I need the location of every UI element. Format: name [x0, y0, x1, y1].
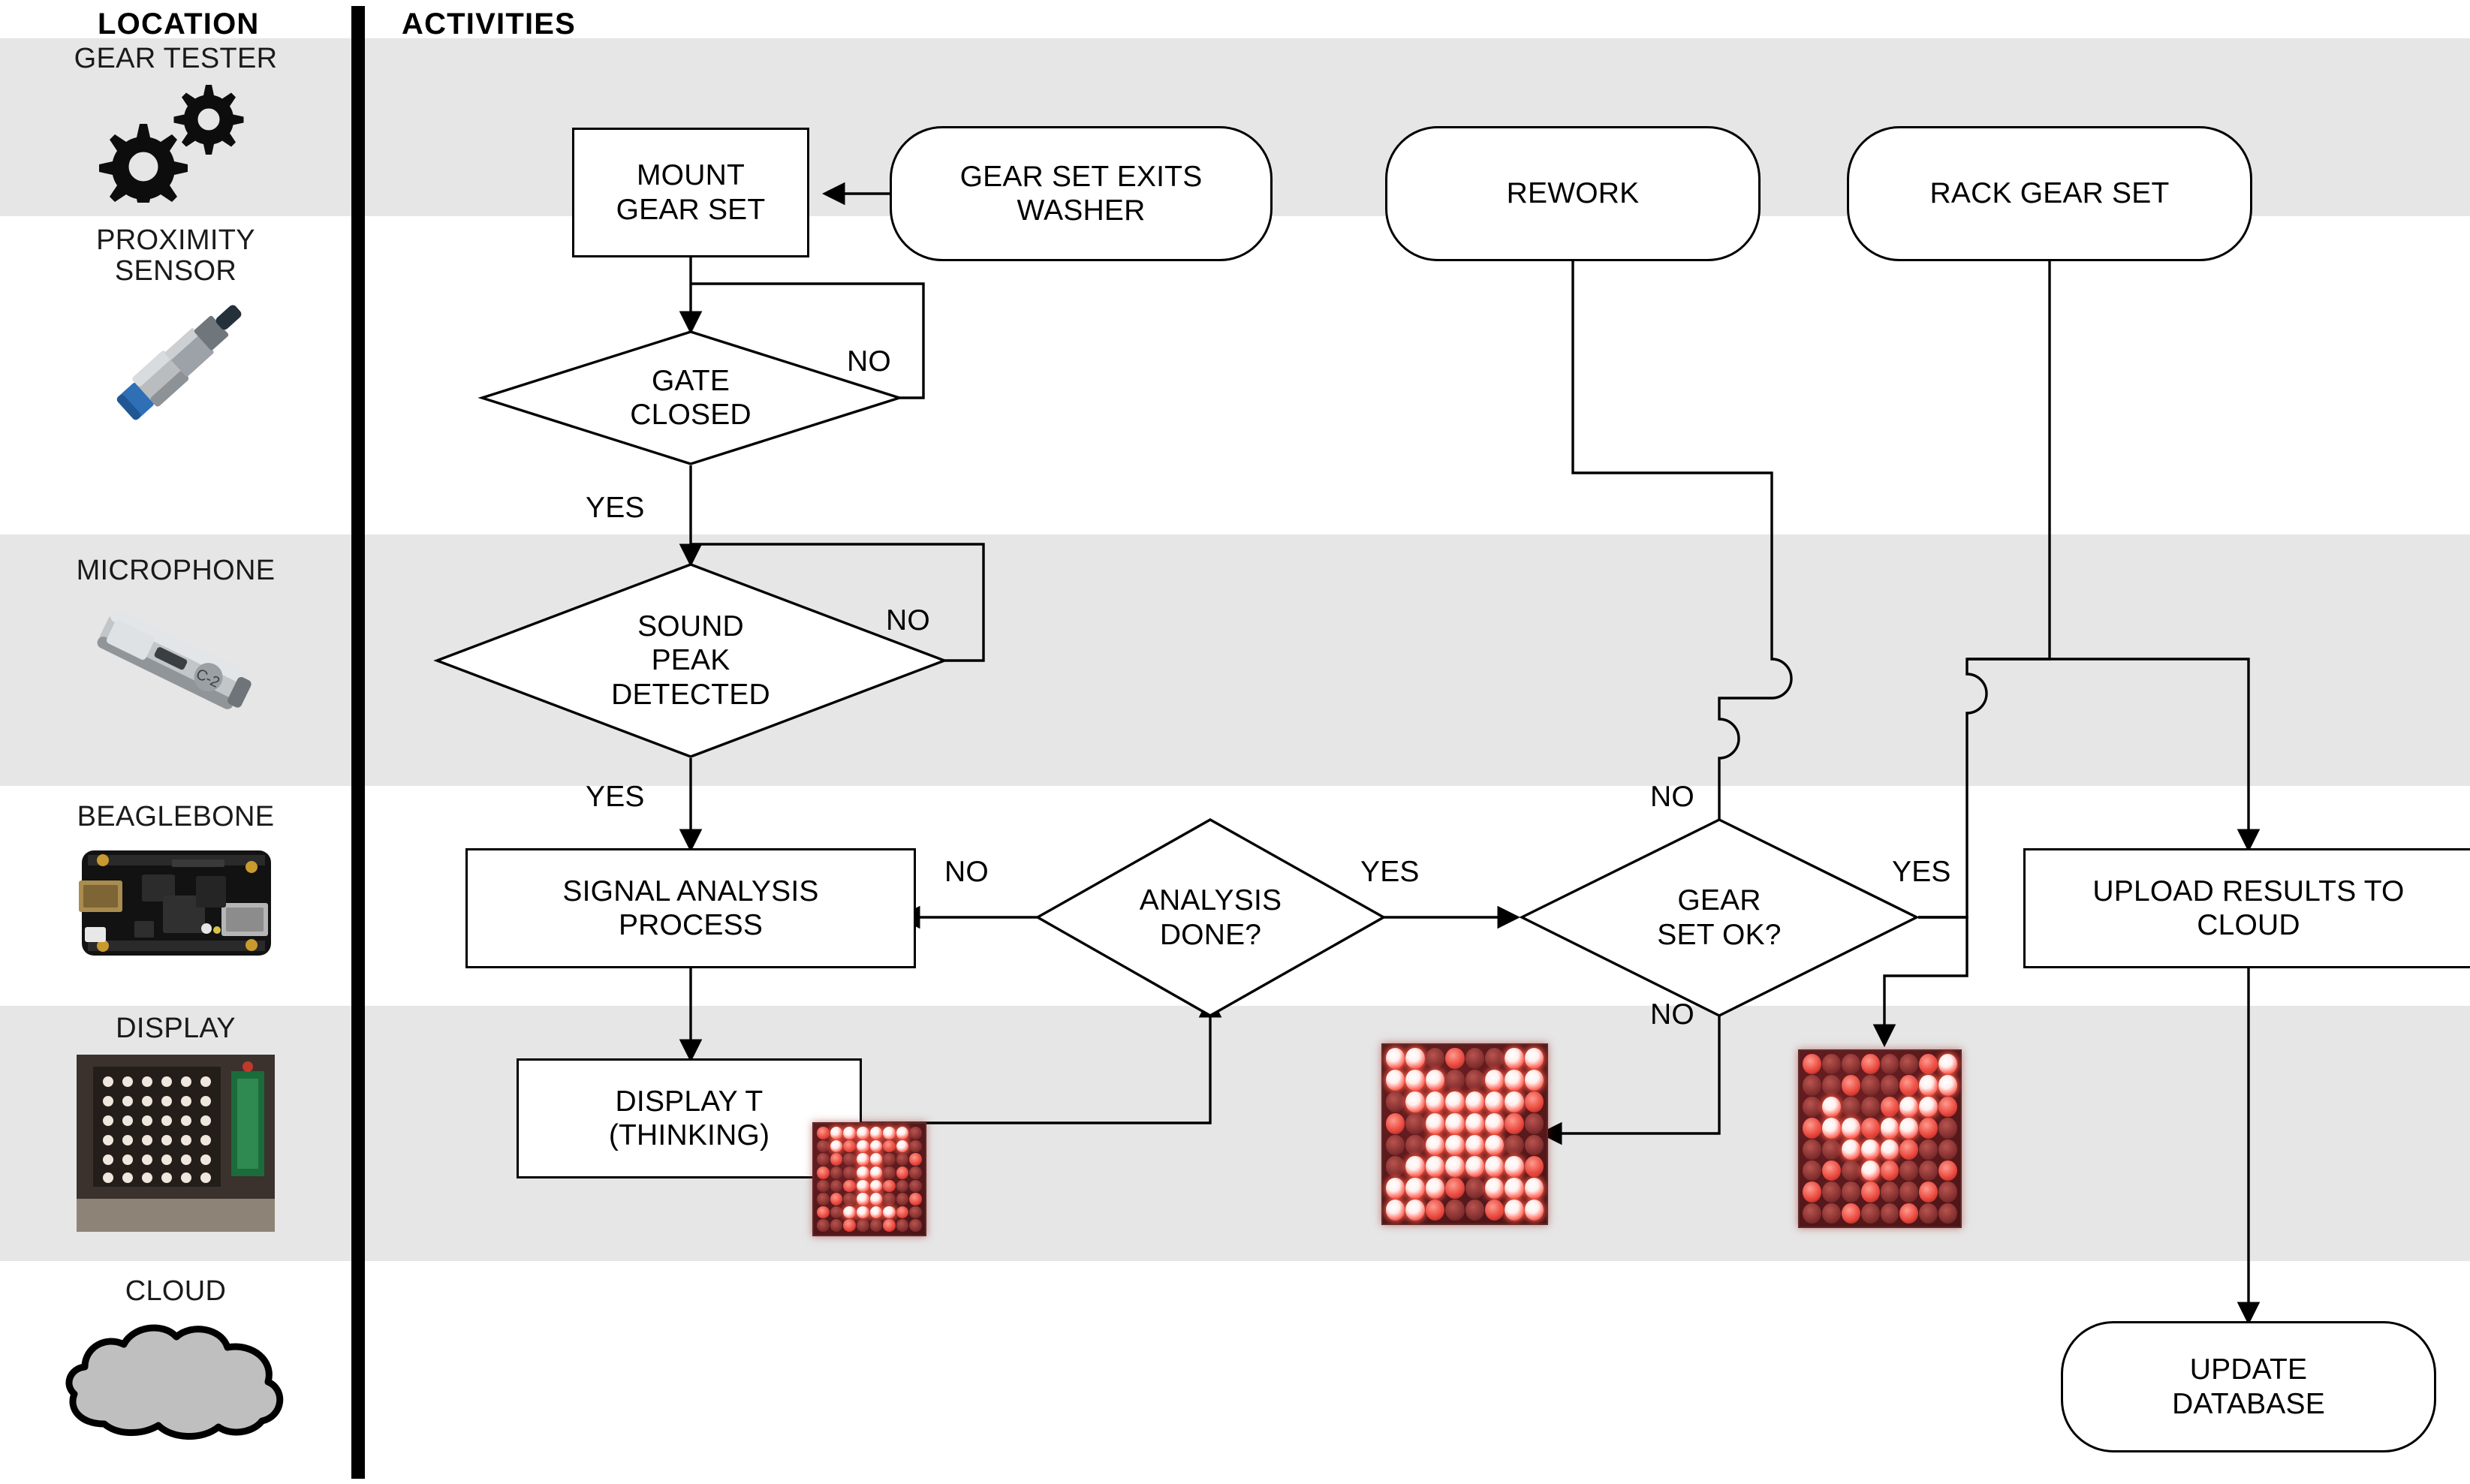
- edge-label-sound-yes: YES: [586, 781, 645, 813]
- node-sound-peak-detected[interactable]: SOUND PEAK DETECTED: [433, 563, 948, 758]
- node-gate-closed[interactable]: GATE CLOSED: [477, 330, 904, 465]
- flowchart-canvas: LOCATION ACTIVITIES GEAR TESTER PROXIMIT…: [0, 0, 2470, 1484]
- node-signal-analysis-process[interactable]: SIGNAL ANALYSIS PROCESS: [465, 848, 916, 968]
- node-gear-set-ok[interactable]: GEAR SET OK?: [1519, 818, 1920, 1017]
- node-update-database[interactable]: UPDATE DATABASE: [2061, 1321, 2436, 1452]
- node-upload-results-to-cloud[interactable]: UPLOAD RESULTS TO CLOUD: [2023, 848, 2470, 968]
- node-analysis-done-label: ANALYSIS DONE?: [1139, 884, 1282, 951]
- edge-label-gate-no: NO: [847, 345, 891, 378]
- edge-label-gear-yes: YES: [1892, 856, 1951, 888]
- edge-label-analysis-no: NO: [944, 856, 989, 888]
- display-check-pass: [1798, 1049, 1962, 1228]
- node-rack-gear-set[interactable]: RACK GEAR SET: [1847, 126, 2252, 261]
- node-sound-peak-label: SOUND PEAK DETECTED: [611, 610, 770, 711]
- display-t-thinking: [812, 1122, 926, 1236]
- edge-label-analysis-yes: YES: [1360, 856, 1420, 888]
- node-gear-set-exits-washer[interactable]: GEAR SET EXITS WASHER: [890, 126, 1273, 261]
- display-x-fail: [1381, 1043, 1548, 1225]
- edge-label-gear-no-bottom: NO: [1650, 998, 1694, 1031]
- edge-gear-yes-to-rack: [1918, 191, 2062, 919]
- node-gate-closed-label: GATE CLOSED: [630, 364, 752, 431]
- edge-gear-no-to-rework: [1561, 191, 1793, 829]
- node-display-t-thinking[interactable]: DISPLAY T (THINKING): [517, 1058, 862, 1178]
- node-mount-gear-set[interactable]: MOUNT GEAR SET: [572, 128, 809, 257]
- edge-label-sound-no: NO: [886, 604, 930, 637]
- node-rework[interactable]: REWORK: [1385, 126, 1761, 261]
- edge-to-upload: [1967, 658, 2261, 853]
- edge-label-gate-yes: YES: [586, 492, 645, 524]
- node-analysis-done[interactable]: ANALYSIS DONE?: [1035, 818, 1387, 1017]
- edge-label-gear-no-top: NO: [1650, 781, 1694, 813]
- node-gear-set-ok-label: GEAR SET OK?: [1657, 884, 1782, 951]
